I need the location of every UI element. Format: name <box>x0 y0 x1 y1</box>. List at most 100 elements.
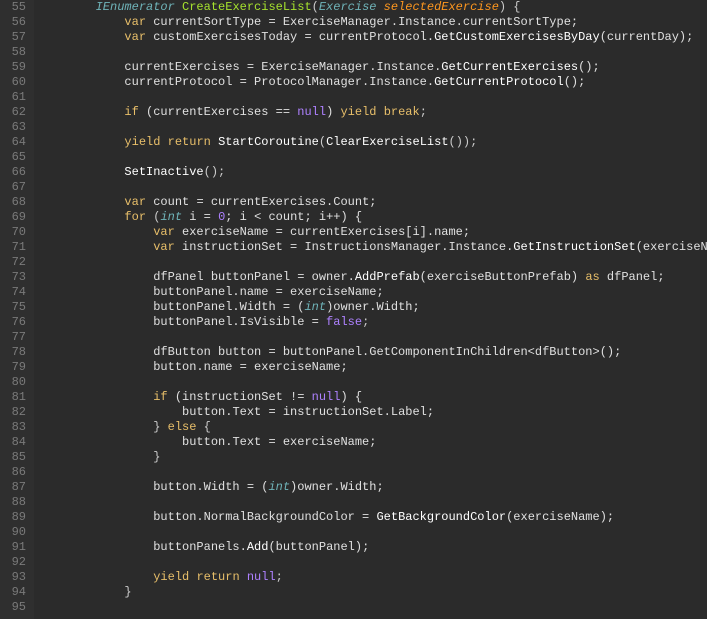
code-token: dfPanel buttonPanel = owner. <box>153 270 355 284</box>
code-token: (currentExercises == <box>139 105 297 119</box>
code-line[interactable]: button.name = exerciseName; <box>38 360 707 375</box>
code-line[interactable]: } else { <box>38 420 707 435</box>
code-line[interactable]: } <box>38 585 707 600</box>
code-line[interactable] <box>38 45 707 60</box>
code-line[interactable]: var currentSortType = ExerciseManager.In… <box>38 15 707 30</box>
code-line[interactable]: if (instructionSet != null) { <box>38 390 707 405</box>
line-number: 60 <box>6 75 26 90</box>
line-number: 74 <box>6 285 26 300</box>
code-line[interactable]: buttonPanels.Add(buttonPanel); <box>38 540 707 555</box>
code-line[interactable] <box>38 90 707 105</box>
line-number: 87 <box>6 480 26 495</box>
code-line[interactable]: buttonPanel.name = exerciseName; <box>38 285 707 300</box>
code-line[interactable]: buttonPanel.Width = (int)owner.Width; <box>38 300 707 315</box>
code-line[interactable]: for (int i = 0; i < count; i++) { <box>38 210 707 225</box>
code-token: false <box>326 315 362 329</box>
line-number: 57 <box>6 30 26 45</box>
code-line[interactable]: currentProtocol = ProtocolManager.Instan… <box>38 75 707 90</box>
code-line[interactable]: var count = currentExercises.Count; <box>38 195 707 210</box>
code-token: yield <box>124 135 160 149</box>
code-line[interactable]: } <box>38 450 707 465</box>
code-line[interactable]: var exerciseName = currentExercises[i].n… <box>38 225 707 240</box>
code-token: { <box>506 0 520 14</box>
code-line[interactable]: var instructionSet = InstructionsManager… <box>38 240 707 255</box>
code-line[interactable] <box>38 525 707 540</box>
code-token: var <box>153 240 175 254</box>
line-number: 92 <box>6 555 26 570</box>
code-token: (); <box>578 60 600 74</box>
code-editor-area[interactable]: IEnumerator CreateExerciseList(Exercise … <box>34 0 707 619</box>
code-line[interactable]: yield return null; <box>38 570 707 585</box>
code-line[interactable]: button.Text = exerciseName; <box>38 435 707 450</box>
code-line[interactable] <box>38 150 707 165</box>
code-token: Exercise <box>319 0 377 14</box>
code-line[interactable] <box>38 255 707 270</box>
code-token: var <box>153 225 175 239</box>
code-token: exerciseName = currentExercises[i].name; <box>175 225 470 239</box>
line-number: 65 <box>6 150 26 165</box>
code-token: button.Text = instructionSet.Label; <box>182 405 434 419</box>
code-token <box>160 135 167 149</box>
code-token: GetCurrentExercises <box>441 60 578 74</box>
code-token: (instructionSet != <box>168 390 312 404</box>
line-number: 69 <box>6 210 26 225</box>
code-token: count = currentExercises.Count; <box>146 195 376 209</box>
line-number: 66 <box>6 165 26 180</box>
code-token <box>240 570 247 584</box>
code-line[interactable]: button.Text = instructionSet.Label; <box>38 405 707 420</box>
code-line[interactable]: buttonPanel.IsVisible = false; <box>38 315 707 330</box>
line-number: 63 <box>6 120 26 135</box>
code-line[interactable] <box>38 330 707 345</box>
code-token: int <box>160 210 182 224</box>
code-token: } <box>153 420 167 434</box>
code-token: ) { <box>340 390 362 404</box>
code-token: ; <box>420 105 427 119</box>
line-number: 59 <box>6 60 26 75</box>
line-number: 64 <box>6 135 26 150</box>
line-number: 81 <box>6 390 26 405</box>
code-line[interactable] <box>38 495 707 510</box>
line-number: 61 <box>6 90 26 105</box>
code-token: dfButton button = buttonPanel.GetCompone… <box>153 345 621 359</box>
code-line[interactable]: if (currentExercises == null) yield brea… <box>38 105 707 120</box>
code-line[interactable]: button.Width = (int)owner.Width; <box>38 480 707 495</box>
code-line[interactable] <box>38 600 707 615</box>
code-line[interactable] <box>38 180 707 195</box>
code-token: GetInstructionSet <box>513 240 635 254</box>
code-token: return <box>168 135 211 149</box>
code-token: as <box>585 270 599 284</box>
code-token: return <box>196 570 239 584</box>
line-number: 72 <box>6 255 26 270</box>
code-token: ( <box>146 210 160 224</box>
code-token: currentProtocol = ProtocolManager.Instan… <box>124 75 434 89</box>
code-token: selectedExercise <box>384 0 499 14</box>
code-line[interactable]: yield return StartCoroutine(ClearExercis… <box>38 135 707 150</box>
line-number: 83 <box>6 420 26 435</box>
code-token: null <box>297 105 326 119</box>
code-line[interactable] <box>38 120 707 135</box>
line-number: 80 <box>6 375 26 390</box>
code-token: GetCustomExercisesByDay <box>434 30 600 44</box>
code-token: button.Width = ( <box>153 480 268 494</box>
code-line[interactable]: var customExercisesToday = currentProtoc… <box>38 30 707 45</box>
line-number: 71 <box>6 240 26 255</box>
code-line[interactable]: currentExercises = ExerciseManager.Insta… <box>38 60 707 75</box>
code-line[interactable] <box>38 555 707 570</box>
code-token: currentExercises = ExerciseManager.Insta… <box>124 60 441 74</box>
code-line[interactable]: dfPanel buttonPanel = owner.AddPrefab(ex… <box>38 270 707 285</box>
code-line[interactable]: dfButton button = buttonPanel.GetCompone… <box>38 345 707 360</box>
code-line[interactable] <box>38 375 707 390</box>
code-token: button.name = exerciseName; <box>153 360 347 374</box>
line-number: 91 <box>6 540 26 555</box>
code-line[interactable]: SetInactive(); <box>38 165 707 180</box>
code-token: (buttonPanel); <box>268 540 369 554</box>
code-line[interactable] <box>38 465 707 480</box>
code-token: ( <box>319 135 326 149</box>
code-line[interactable]: button.NormalBackgroundColor = GetBackgr… <box>38 510 707 525</box>
code-line[interactable]: IEnumerator CreateExerciseList(Exercise … <box>38 0 707 15</box>
code-token: buttonPanels. <box>153 540 247 554</box>
line-number: 58 <box>6 45 26 60</box>
code-token: AddPrefab <box>355 270 420 284</box>
code-token: ()); <box>449 135 478 149</box>
code-token: (); <box>204 165 226 179</box>
